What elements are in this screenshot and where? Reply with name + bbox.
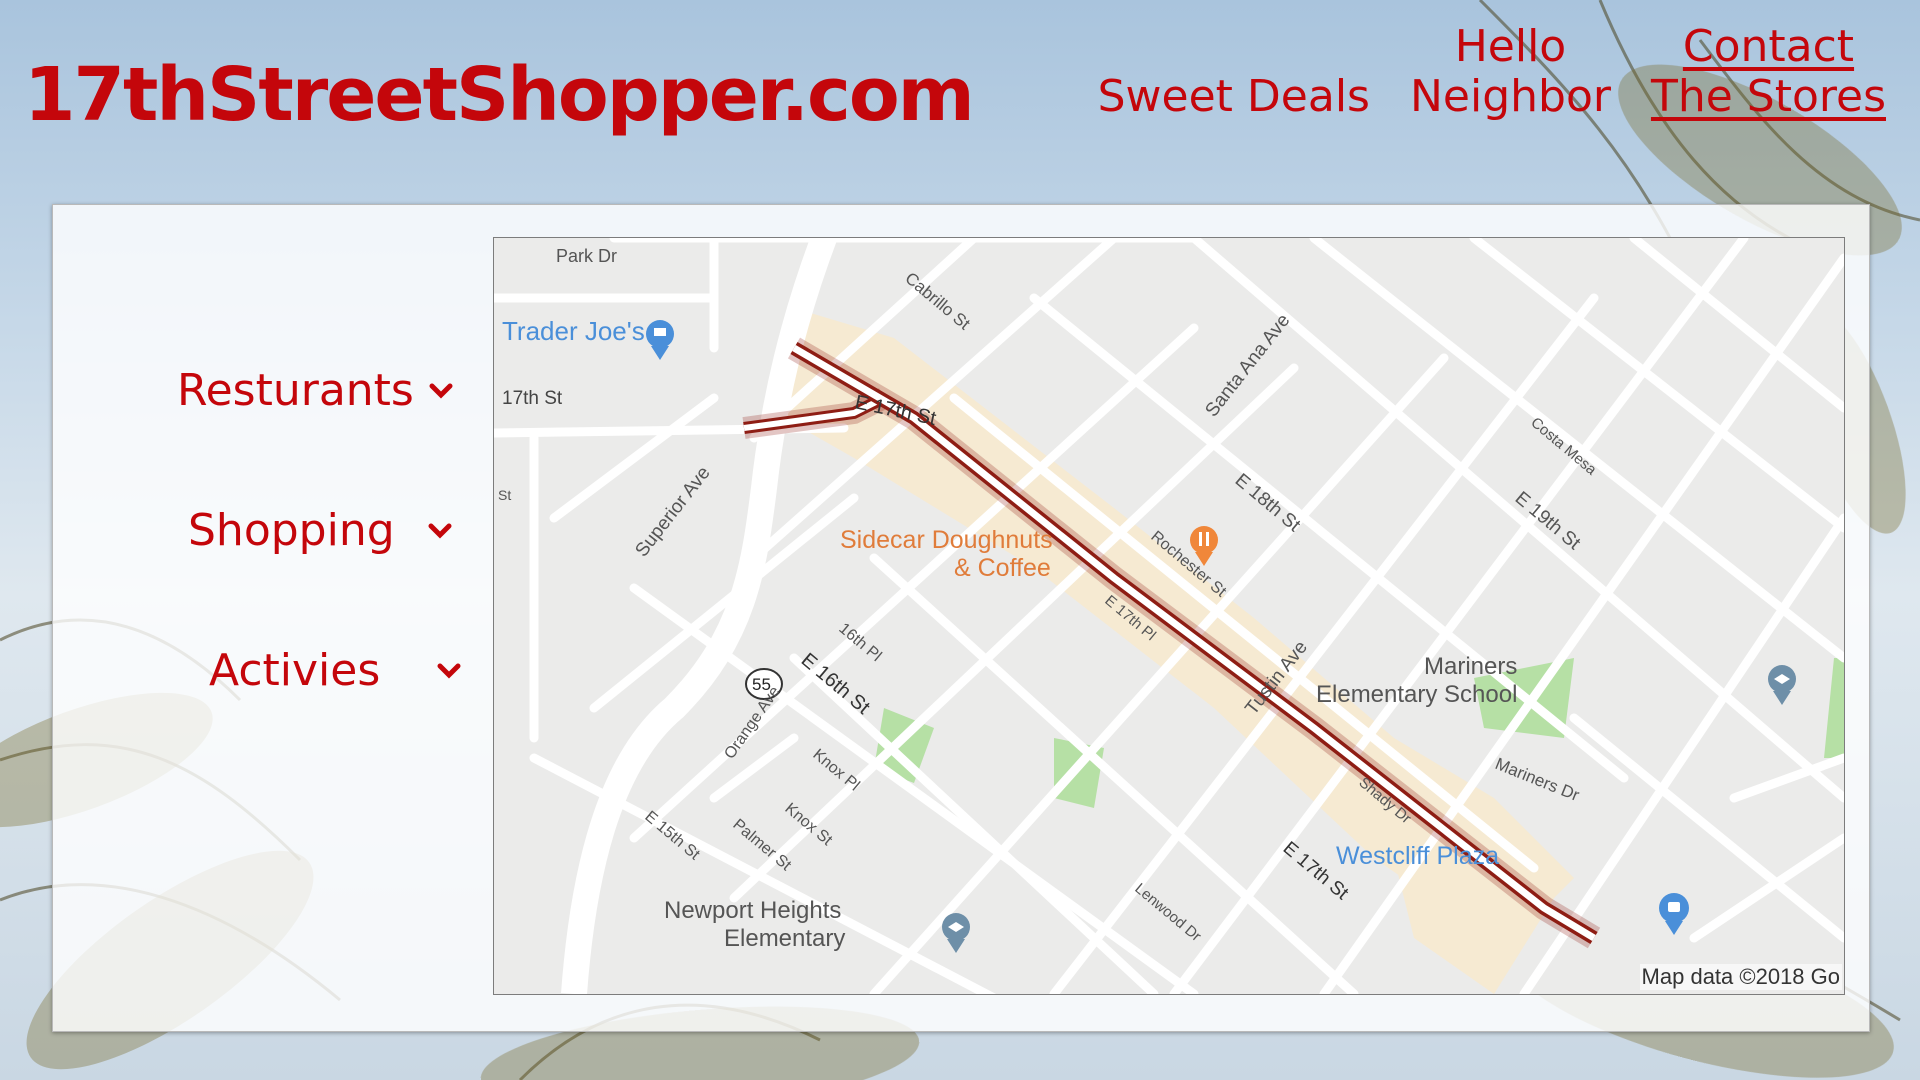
nav-sweet-deals[interactable]: Sweet Deals <box>1098 22 1370 122</box>
map-copyright: Map data ©2018 Go <box>1639 964 1842 990</box>
map-label-westcliff-plaza[interactable]: Westcliff Plaza <box>1336 842 1499 870</box>
menu-item-shopping[interactable]: Shopping <box>188 505 453 556</box>
nav-hello-neighbor-line1: Hello <box>1454 21 1567 72</box>
map-canvas[interactable]: Park Dr Trader Joe's 17th St E 17th St C… <box>494 238 1844 994</box>
chevron-down-icon[interactable] <box>427 518 453 544</box>
map-label-mariners-line1[interactable]: Mariners <box>1424 653 1517 680</box>
nav-contact-line2: The Stores <box>1650 71 1886 122</box>
map-label-trader-joes[interactable]: Trader Joe's <box>502 316 645 346</box>
map-label-sidecar-line2[interactable]: & Coffee <box>954 554 1051 582</box>
menu-item-label: Activies <box>209 645 381 696</box>
map-label-newport-line1[interactable]: Newport Heights <box>664 897 841 924</box>
menu-item-label: Resturants <box>177 365 414 416</box>
menu-item-activies[interactable]: Activies <box>209 645 462 696</box>
map-label-mariners-line2[interactable]: Elementary School <box>1316 681 1517 708</box>
map-label-park-dr: Park Dr <box>556 246 617 266</box>
nav-hello-neighbor[interactable]: Hello Neighbor <box>1410 22 1611 122</box>
menu-item-resturants[interactable]: Resturants <box>177 365 454 416</box>
content-panel: Resturants Shopping Activies Park Dr Tra… <box>52 204 1870 1032</box>
map-label-sidecar-line1[interactable]: Sidecar Doughnuts <box>840 526 1053 554</box>
street-map[interactable]: Park Dr Trader Joe's 17th St E 17th St C… <box>493 237 1845 995</box>
chevron-down-icon[interactable] <box>428 378 454 404</box>
nav-contact-line1: Contact <box>1682 21 1855 72</box>
chevron-down-icon[interactable] <box>436 658 462 684</box>
nav-hello-neighbor-line2: Neighbor <box>1409 71 1611 122</box>
map-label-st: St <box>498 487 511 503</box>
map-label-17th-st: 17th St <box>502 388 563 409</box>
map-label-newport-line2[interactable]: Elementary <box>724 925 845 952</box>
main-nav: Sweet Deals Hello Neighbor Contact The S… <box>1058 22 1886 122</box>
nav-contact-the-stores[interactable]: Contact The Stores <box>1651 22 1886 122</box>
menu-item-label: Shopping <box>188 505 395 556</box>
site-logo[interactable]: 17thStreetShopper.com <box>24 52 975 138</box>
